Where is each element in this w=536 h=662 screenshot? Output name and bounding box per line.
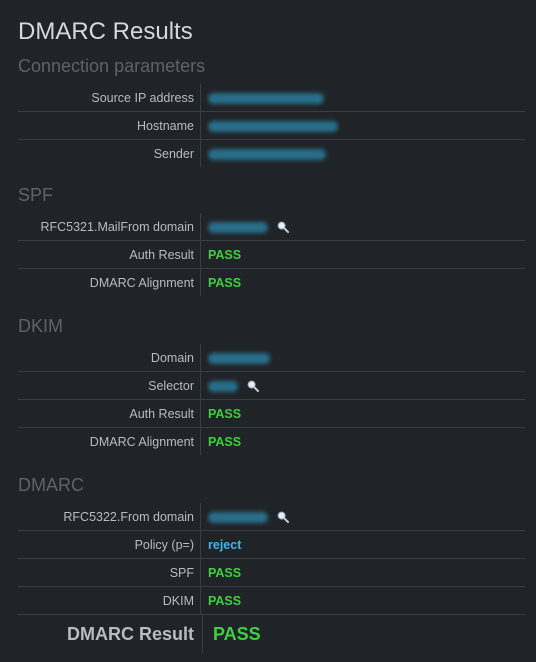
spf-mailfrom-label: RFC5321.MailFrom domain: [18, 213, 201, 241]
dmarc-dkim-label: DKIM: [18, 586, 201, 614]
magnifier-icon[interactable]: [277, 221, 290, 234]
table-row: DMARC Result PASS: [18, 614, 525, 653]
table-row: Sender: [18, 139, 526, 168]
table-row: Auth Result PASS: [18, 240, 525, 269]
dmarc-result-table: DMARC Result PASS: [18, 614, 525, 653]
page-title: DMARC Results: [18, 18, 193, 45]
dkim-table: Domain Selector Auth Result PASS DMARC A…: [18, 344, 525, 455]
hostname-label: Hostname: [18, 111, 201, 140]
dmarc-spf-value: PASS: [208, 565, 242, 580]
hostname-value: [200, 111, 525, 140]
dmarc-result-value: PASS: [213, 623, 261, 644]
section-title-spf: SPF: [18, 185, 54, 205]
magnifier-icon[interactable]: [277, 511, 290, 524]
spf-alignment-label: DMARC Alignment: [18, 268, 201, 296]
table-row: Hostname: [18, 111, 525, 140]
dmarc-spf-label: SPF: [18, 558, 201, 587]
table-row: DMARC Alignment PASS: [18, 427, 525, 455]
source-ip-label: Source IP address: [18, 84, 201, 112]
redacted-value: [208, 511, 268, 523]
spf-table: RFC5321.MailFrom domain Auth Result PASS…: [18, 213, 525, 296]
redacted-value: [208, 120, 338, 132]
table-row: SPF PASS: [18, 558, 525, 587]
sender-value: [201, 140, 526, 168]
dmarc-table: RFC5322.From domain Policy (p=) reject S…: [18, 503, 525, 614]
section-title-connection: Connection parameters: [18, 56, 206, 76]
dmarc-results-panel: DMARC Results Connection parameters Sour…: [0, 0, 536, 653]
table-row: RFC5321.MailFrom domain: [18, 213, 525, 241]
table-row: Auth Result PASS: [18, 399, 525, 428]
dkim-auth-value: PASS: [208, 406, 242, 421]
section-title-dkim: DKIM: [18, 316, 63, 336]
dkim-domain-label: Domain: [18, 344, 201, 372]
redacted-value: [208, 92, 324, 104]
redacted-value: [208, 352, 270, 364]
spf-mailfrom-value: [200, 213, 525, 241]
redacted-value: [208, 221, 268, 233]
table-row: Policy (p=) reject: [18, 530, 525, 559]
table-row: DMARC Alignment PASS: [18, 268, 525, 296]
dkim-domain-value: [200, 344, 525, 372]
dmarc-dkim-value: PASS: [208, 593, 242, 608]
table-row: DKIM PASS: [18, 586, 525, 614]
table-row: Selector: [18, 371, 525, 400]
table-row: Source IP address: [18, 84, 525, 112]
dkim-alignment-label: DMARC Alignment: [18, 427, 201, 455]
dkim-selector-label: Selector: [18, 371, 201, 400]
section-title-dmarc: DMARC: [18, 475, 84, 495]
table-row: RFC5322.From domain: [18, 503, 525, 531]
sender-label: Sender: [18, 139, 201, 167]
spf-auth-value: PASS: [208, 247, 242, 262]
magnifier-icon[interactable]: [247, 380, 260, 393]
table-row: Domain: [18, 344, 525, 372]
source-ip-value: [200, 84, 525, 112]
dkim-alignment-value: PASS: [208, 434, 242, 449]
connection-table: Source IP address Hostname Sender: [18, 84, 525, 167]
spf-alignment-value: PASS: [208, 275, 242, 290]
spf-auth-label: Auth Result: [18, 240, 201, 269]
dmarc-policy-value: reject: [208, 537, 242, 552]
dmarc-policy-label: Policy (p=): [18, 530, 201, 559]
redacted-value: [208, 148, 326, 160]
dkim-selector-value: [200, 371, 525, 400]
dkim-auth-label: Auth Result: [18, 399, 201, 428]
dmarc-from-value: [200, 503, 525, 531]
redacted-value: [208, 380, 238, 392]
dmarc-result-label: DMARC Result: [18, 614, 203, 653]
dmarc-from-label: RFC5322.From domain: [18, 503, 201, 531]
